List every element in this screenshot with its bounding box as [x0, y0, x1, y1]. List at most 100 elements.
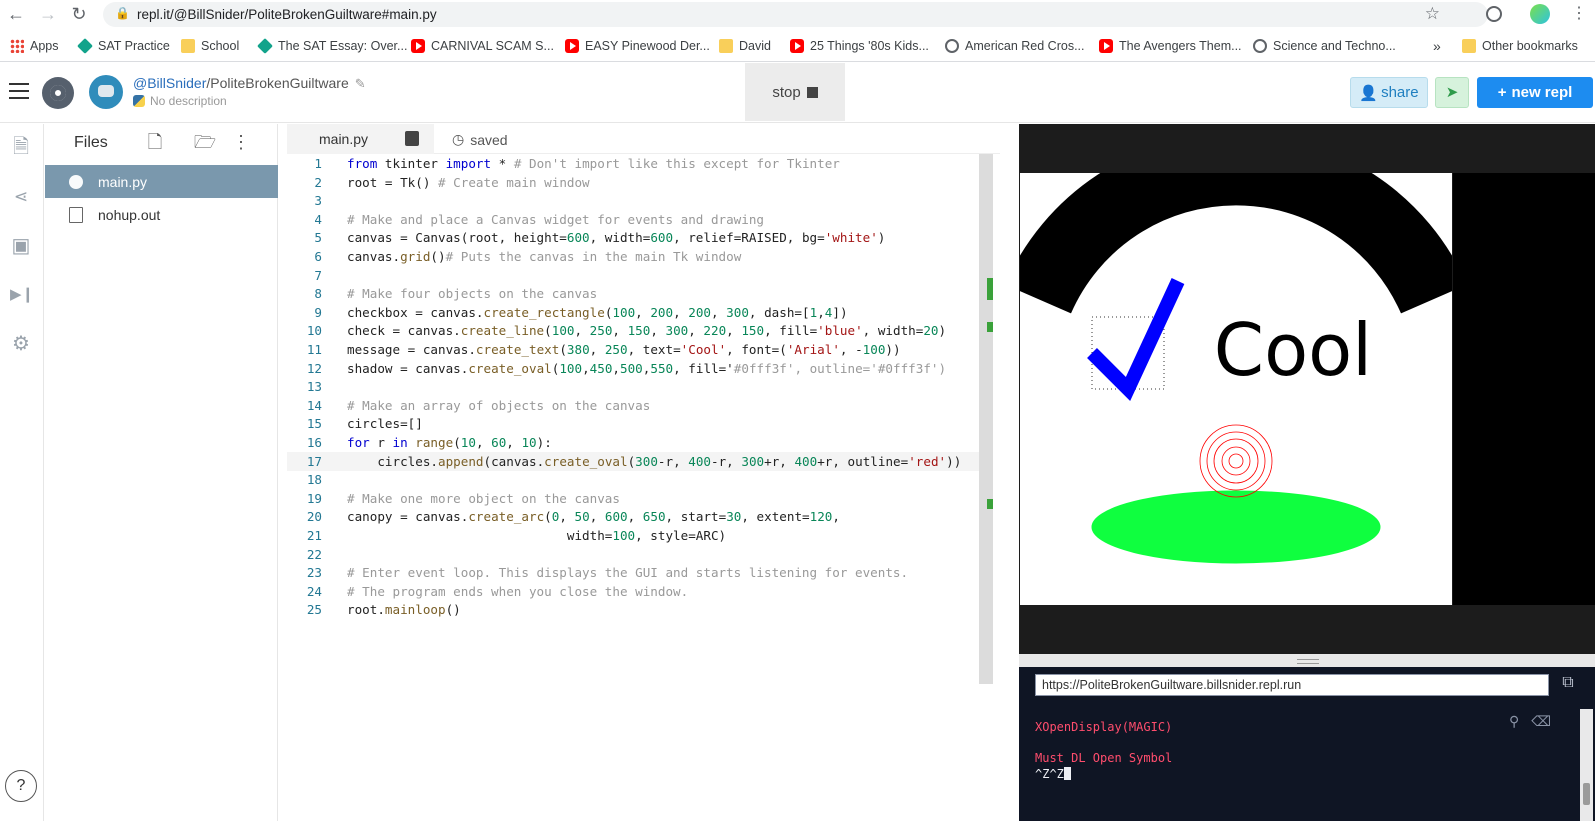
bookmark-80s-kids[interactable]: 25 Things '80s Kids...	[790, 37, 929, 55]
replit-logo[interactable]	[42, 77, 74, 109]
canopy-arc	[1020, 173, 1452, 314]
deploy-button[interactable]: ➤	[1435, 77, 1469, 108]
menu-icon[interactable]	[9, 83, 29, 99]
code-line[interactable]: 1 from tkinter import * # Don't import li…	[287, 154, 987, 173]
sat-icon	[77, 38, 93, 54]
tab-main-py[interactable]: main.py	[287, 124, 434, 154]
bookmark-avengers[interactable]: The Avengers Them...	[1099, 37, 1242, 55]
bookmark-carnival[interactable]: CARNIVAL SCAM S...	[411, 37, 554, 55]
line-number: 18	[306, 472, 322, 488]
version-control-icon[interactable]: ⋖	[10, 186, 32, 208]
console-input-line[interactable]: ^Z^Z	[1035, 767, 1071, 781]
code-line[interactable]: 4 # Make and place a Canvas widget for ev…	[287, 210, 987, 229]
debugger-icon[interactable]: ▶❙	[10, 284, 34, 306]
extension-icon[interactable]	[1486, 6, 1502, 22]
bookmark-apps[interactable]: Apps	[10, 37, 59, 55]
repl-owner[interactable]: @BillSnider	[133, 75, 206, 91]
open-external-icon[interactable]: ⧉	[1559, 674, 1577, 692]
help-icon[interactable]: ?	[5, 770, 37, 802]
tk-canvas[interactable]: Cool	[1020, 173, 1452, 605]
address-url[interactable]: repl.it/@BillSnider/PoliteBrokenGuiltwar…	[137, 7, 437, 22]
code-line[interactable]: 11 message = canvas.create_text(380, 250,…	[287, 340, 987, 359]
code-line[interactable]: 10 check = canvas.create_line(100, 250, 1…	[287, 321, 987, 340]
editor-scrollbar[interactable]	[979, 154, 993, 684]
reload-icon[interactable]: ↻	[68, 3, 90, 25]
code-line[interactable]: 18	[287, 470, 987, 489]
overview-marker	[987, 499, 993, 509]
pencil-icon[interactable]: ✎	[355, 76, 366, 91]
file-nohup-out[interactable]: nohup.out	[45, 198, 278, 231]
youtube-icon	[790, 39, 804, 53]
forward-arrow-icon[interactable]: →	[37, 3, 59, 25]
bookmark-star-icon[interactable]: ☆	[1425, 4, 1440, 24]
code-line[interactable]: 23 # Enter event loop. This displays the …	[287, 563, 987, 582]
code-line[interactable]: 14 # Make an array of objects on the canv…	[287, 396, 987, 415]
code-line[interactable]: 7	[287, 266, 987, 285]
code-line[interactable]: 22	[287, 545, 987, 564]
folder-icon	[719, 39, 733, 53]
format-icon[interactable]	[405, 131, 419, 146]
code-line[interactable]: 13	[287, 377, 987, 396]
bookmark-david[interactable]: David	[719, 37, 771, 55]
code-line[interactable]: 25 root.mainloop()	[287, 600, 987, 619]
stop-icon	[806, 86, 818, 98]
settings-gear-icon[interactable]: ⚙	[10, 333, 32, 355]
address-bar[interactable]: 🔒 repl.it/@BillSnider/PoliteBrokenGuiltw…	[103, 2, 1488, 27]
repl-title[interactable]: @BillSnider/PoliteBrokenGuiltware ✎	[133, 75, 366, 92]
files-title: Files	[74, 134, 108, 151]
other-bookmarks[interactable]: Other bookmarks	[1462, 37, 1578, 55]
back-arrow-icon[interactable]: ←	[5, 3, 27, 25]
pane-resize-handle[interactable]	[1019, 654, 1595, 667]
cool-text: Cool	[1214, 308, 1372, 392]
code-line[interactable]: 20 canopy = canvas.create_arc(0, 50, 600,…	[287, 507, 987, 526]
search-icon[interactable]: ⚲	[1509, 713, 1519, 730]
code-area[interactable]: 1 from tkinter import * # Don't import li…	[287, 154, 1000, 821]
bookmark-science[interactable]: Science and Techno...	[1253, 37, 1396, 55]
add-file-icon[interactable]: 🗋	[143, 130, 167, 154]
code-line[interactable]: 16 for r in range(10, 60, 10):	[287, 433, 987, 452]
add-folder-icon[interactable]: 🗁	[193, 130, 217, 154]
profile-avatar[interactable]	[1530, 4, 1550, 24]
repl-description[interactable]: No description	[133, 94, 227, 108]
bookmarks-overflow[interactable]: »	[1433, 37, 1441, 55]
console-scrollbar[interactable]	[1580, 709, 1593, 821]
more-options-icon[interactable]: ⋮	[229, 130, 253, 154]
avatar[interactable]	[89, 75, 123, 109]
code-line[interactable]: 2 root = Tk() # Create main window	[287, 173, 987, 192]
packages-icon[interactable]: ▣	[10, 235, 32, 257]
code-line[interactable]: 19 # Make one more object on the canvas	[287, 489, 987, 508]
line-content: # Make four objects on the canvas	[347, 286, 598, 302]
code-line[interactable]: 21 width=100, style=ARC)	[287, 526, 987, 545]
code-line[interactable]: 17 circles.append(canvas.create_oval(300…	[287, 451, 987, 471]
new-repl-button[interactable]: + new repl	[1477, 77, 1593, 108]
line-content: canopy = canvas.create_arc(0, 50, 600, 6…	[347, 509, 840, 525]
repl-run-url[interactable]: https://PoliteBrokenGuiltware.billsnider…	[1035, 674, 1549, 696]
code-line[interactable]: 6 canvas.grid()# Puts the canvas in the m…	[287, 247, 987, 266]
code-line[interactable]: 8 # Make four objects on the canvas	[287, 284, 987, 303]
file-main-py[interactable]: main.py	[45, 165, 278, 198]
code-line[interactable]: 9 checkbox = canvas.create_rectangle(100,…	[287, 303, 987, 322]
code-line[interactable]: 15 circles=[]	[287, 414, 987, 433]
line-number: 4	[314, 211, 322, 227]
files-icon[interactable]: 🗎	[10, 136, 32, 158]
browser-menu-icon[interactable]: ⋮	[1568, 3, 1590, 25]
console-tools: ⚲ ⌫	[1509, 713, 1551, 730]
share-button[interactable]: 👤 share	[1350, 77, 1428, 108]
bookmark-sat-essay[interactable]: The SAT Essay: Over...	[257, 37, 407, 55]
bookmark-sat-practice[interactable]: SAT Practice	[77, 37, 170, 55]
lock-icon: 🔒	[115, 6, 130, 20]
bookmark-red-cross[interactable]: American Red Cros...	[945, 37, 1084, 55]
globe-icon	[1253, 39, 1267, 53]
overview-marker	[987, 278, 993, 300]
stop-button[interactable]: stop	[745, 63, 845, 121]
code-line[interactable]: 5 canvas = Canvas(root, height=600, width…	[287, 228, 987, 247]
clear-console-icon[interactable]: ⌫	[1531, 713, 1551, 730]
rocket-icon: ➤	[1445, 84, 1459, 101]
code-line[interactable]: 12 shadow = canvas.create_oval(100,450,50…	[287, 359, 987, 378]
document-icon	[69, 206, 83, 223]
line-number: 23	[306, 565, 322, 581]
code-line[interactable]: 24 # The program ends when you close the …	[287, 582, 987, 601]
bookmark-pinewood[interactable]: EASY Pinewood Der...	[565, 37, 710, 55]
code-line[interactable]: 3	[287, 191, 987, 210]
bookmark-school[interactable]: School	[181, 37, 239, 55]
